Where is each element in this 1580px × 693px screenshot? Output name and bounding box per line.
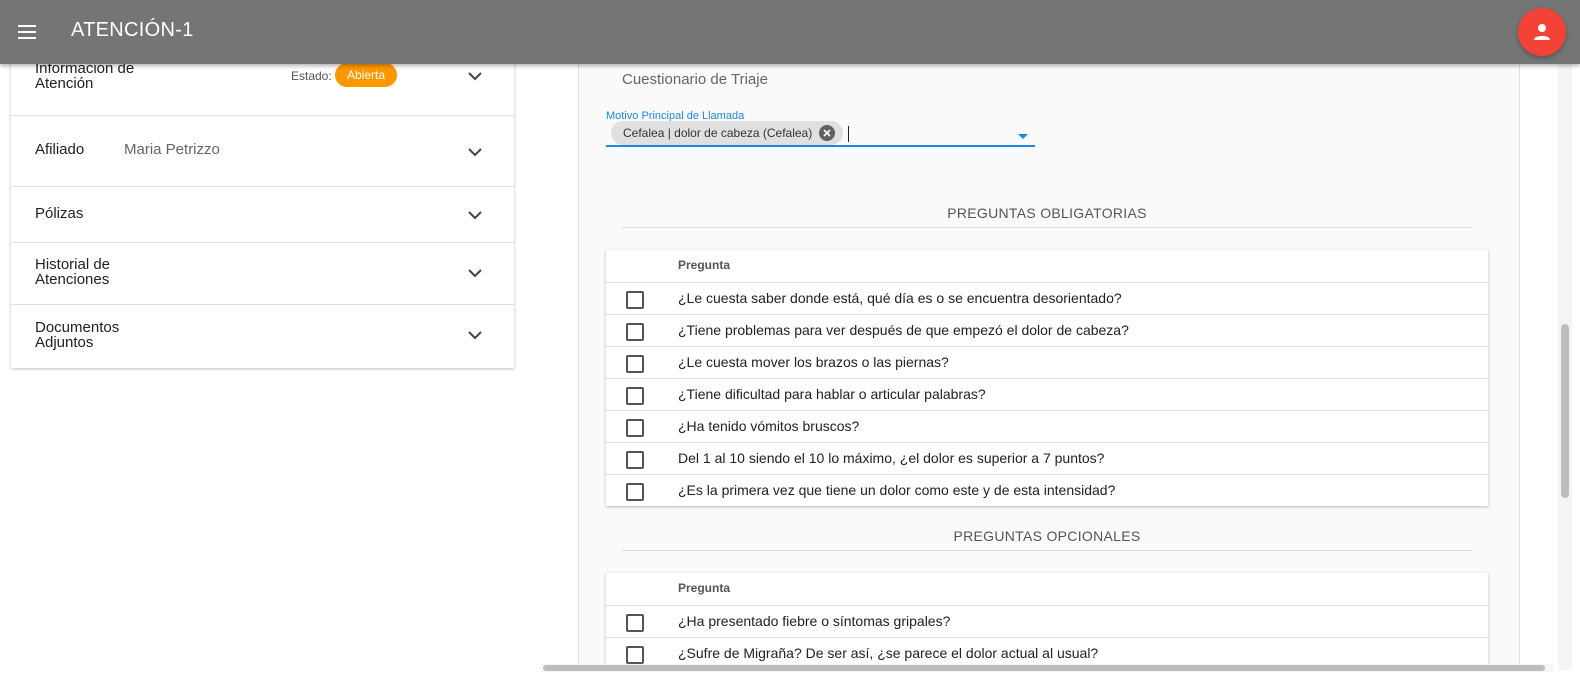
opcionales-title: PREGUNTAS OPCIONALES <box>953 528 1141 544</box>
question-text: ¿Ha tenido vómitos bruscos? <box>678 418 860 434</box>
table-row: ¿Tiene dificultad para hablar o articula… <box>606 379 1488 411</box>
obligatorias-table: Pregunta ¿Le cuesta saber donde está, qu… <box>606 250 1488 506</box>
scrollbar-thumb[interactable] <box>1561 324 1569 498</box>
user-avatar-button[interactable] <box>1518 8 1566 56</box>
divider <box>622 550 1472 551</box>
accordion-afiliado[interactable]: Afiliado Maria Petrizzo <box>11 115 514 187</box>
accordion-title: Afiliado <box>35 141 85 158</box>
person-icon <box>1534 24 1550 40</box>
dropdown-arrow-icon[interactable] <box>1018 134 1028 139</box>
table-row: ¿Le cuesta mover los brazos o las pierna… <box>606 347 1488 379</box>
chip-label: Cefalea | dolor de cabeza (Cefalea) <box>623 126 813 140</box>
question-text: ¿Tiene dificultad para hablar o articula… <box>678 386 986 402</box>
question-checkbox[interactable] <box>626 291 644 309</box>
column-header: Pregunta <box>678 581 731 595</box>
scrollbar-thumb[interactable] <box>543 665 1545 671</box>
question-checkbox[interactable] <box>626 451 644 469</box>
table-row: ¿Le cuesta saber donde está, qué día es … <box>606 283 1488 315</box>
motivo-input[interactable] <box>848 126 849 142</box>
question-text: ¿Le cuesta mover los brazos o las pierna… <box>678 354 949 370</box>
accordion-title: Información de Atención <box>35 60 135 92</box>
attention-info-panel: Información de Atención Estado: Abierta … <box>11 42 514 368</box>
question-checkbox[interactable] <box>626 646 644 664</box>
question-text: ¿Es la primera vez que tiene un dolor co… <box>678 482 1116 498</box>
page-title: ATENCIÓN-1 <box>71 19 194 41</box>
question-text: Del 1 al 10 siendo el 10 lo máximo, ¿el … <box>678 450 1105 466</box>
menu-icon[interactable] <box>16 22 38 40</box>
app-toolbar: ATENCIÓN-1 <box>0 0 1580 64</box>
divider <box>622 227 1472 228</box>
question-text: ¿Sufre de Migraña? De ser así, ¿se parec… <box>678 645 1099 661</box>
accordion-historial[interactable]: Historial de Atenciones <box>11 242 514 305</box>
table-row: ¿Ha tenido vómitos bruscos? <box>606 411 1488 443</box>
chevron-down-icon[interactable] <box>468 330 482 340</box>
section-title: Cuestionario de Triaje <box>622 71 768 88</box>
motivo-chip: Cefalea | dolor de cabeza (Cefalea) <box>611 121 843 145</box>
table-row: ¿Es la primera vez que tiene un dolor co… <box>606 475 1488 506</box>
question-checkbox[interactable] <box>626 614 644 632</box>
accordion-title: Documentos Adjuntos <box>35 319 120 351</box>
question-text: ¿Ha presentado fiebre o síntomas gripale… <box>678 613 951 629</box>
table-row: ¿Ha presentado fiebre o síntomas gripale… <box>606 606 1488 638</box>
column-header: Pregunta <box>678 258 731 272</box>
question-text: ¿Le cuesta saber donde está, qué día es … <box>678 290 1122 306</box>
chevron-down-icon[interactable] <box>468 71 482 81</box>
afiliado-name: Maria Petrizzo <box>124 141 220 158</box>
chevron-down-icon[interactable] <box>468 210 482 220</box>
obligatorias-title: PREGUNTAS OBLIGATORIAS <box>947 205 1147 221</box>
close-icon[interactable] <box>819 125 835 141</box>
accordion-title: Historial de Atenciones <box>35 256 111 288</box>
table-row: ¿Tiene problemas para ver después de que… <box>606 315 1488 347</box>
question-checkbox[interactable] <box>626 355 644 373</box>
accordion-title: Pólizas <box>35 205 84 222</box>
horizontal-scrollbar[interactable] <box>541 664 1553 672</box>
table-row: Del 1 al 10 siendo el 10 lo máximo, ¿el … <box>606 443 1488 475</box>
question-checkbox[interactable] <box>626 419 644 437</box>
status-badge: Abierta <box>335 63 398 87</box>
question-checkbox[interactable] <box>626 323 644 341</box>
question-text: ¿Tiene problemas para ver después de que… <box>678 322 1129 338</box>
accordion-polizas[interactable]: Pólizas <box>11 186 514 243</box>
question-checkbox[interactable] <box>626 483 644 501</box>
chevron-down-icon[interactable] <box>468 268 482 278</box>
estado-label: Estado: <box>291 69 332 83</box>
question-checkbox[interactable] <box>626 387 644 405</box>
table-header: Pregunta <box>606 573 1488 606</box>
motivo-underline <box>606 145 1035 147</box>
table-header: Pregunta <box>606 250 1488 283</box>
opcionales-table: Pregunta ¿Ha presentado fiebre o síntoma… <box>606 573 1488 669</box>
chevron-down-icon[interactable] <box>468 147 482 157</box>
accordion-documentos[interactable]: Documentos Adjuntos <box>11 304 514 367</box>
vertical-scrollbar[interactable] <box>1558 64 1572 670</box>
